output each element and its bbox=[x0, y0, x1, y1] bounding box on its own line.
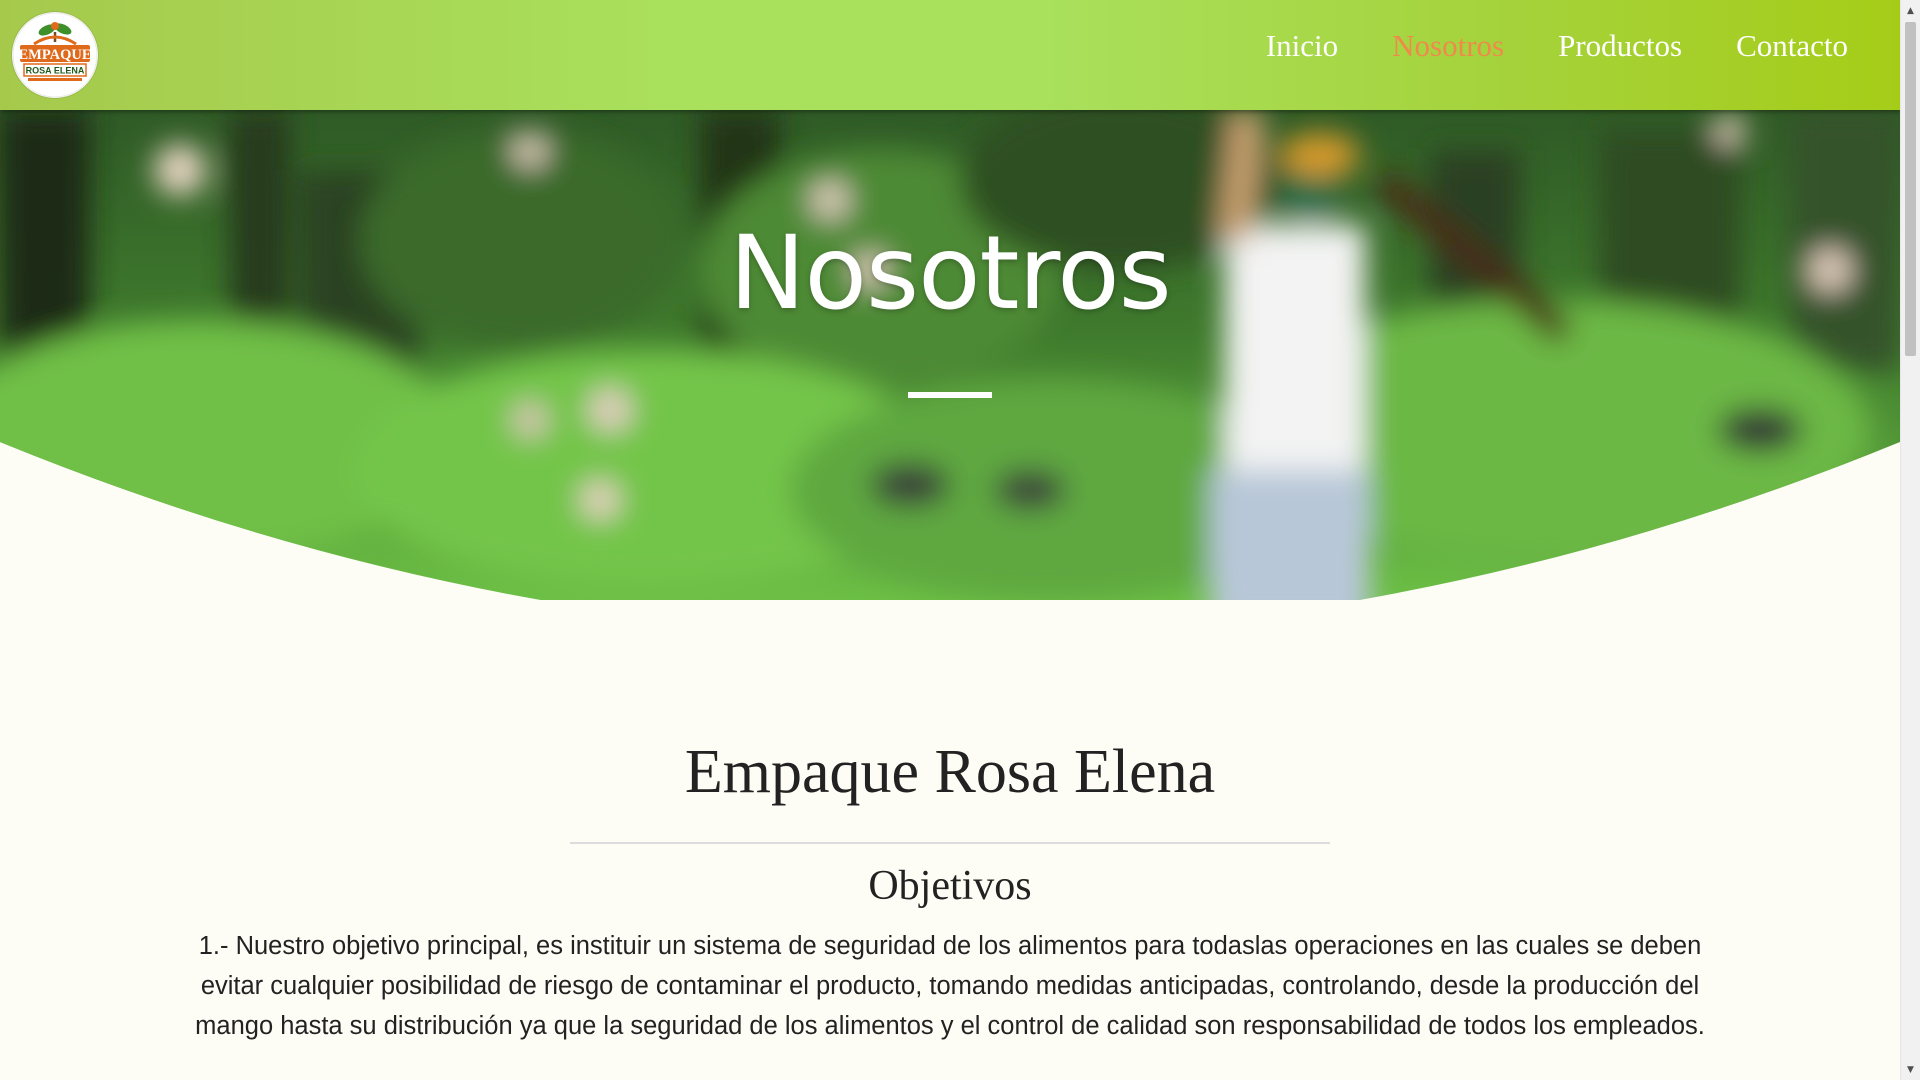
scroll-up-arrow-icon[interactable]: ▲ bbox=[1901, 2, 1920, 19]
scroll-thumb[interactable] bbox=[1905, 22, 1916, 356]
main-nav: Inicio Nosotros Productos Contacto bbox=[1266, 0, 1848, 92]
brand-logo-image: EMPAQUE ROSA ELENA bbox=[12, 12, 98, 98]
nav-link-inicio[interactable]: Inicio bbox=[1266, 28, 1338, 64]
logo-line1: EMPAQUE bbox=[18, 47, 91, 63]
hero-title-underline bbox=[908, 392, 992, 398]
brand-logo[interactable]: EMPAQUE ROSA ELENA bbox=[12, 12, 98, 98]
objectives-paragraph: 1.- Nuestro objetivo principal, es insti… bbox=[195, 932, 1705, 1040]
nav-link-productos[interactable]: Productos bbox=[1558, 28, 1682, 64]
hero-banner: Nosotros bbox=[0, 110, 1900, 600]
page: EMPAQUE ROSA ELENA Inicio Nosotros Produ… bbox=[0, 0, 1900, 1080]
objectives-heading: Objetivos bbox=[868, 863, 1032, 909]
top-navbar: EMPAQUE ROSA ELENA Inicio Nosotros Produ… bbox=[0, 0, 1900, 110]
browser-viewport: EMPAQUE ROSA ELENA Inicio Nosotros Produ… bbox=[0, 0, 1920, 1080]
logo-line2: ROSA ELENA bbox=[26, 66, 85, 76]
section-title: Empaque Rosa Elena bbox=[684, 738, 1216, 806]
nav-link-nosotros[interactable]: Nosotros bbox=[1392, 28, 1504, 64]
scroll-down-arrow-icon[interactable]: ▼ bbox=[1901, 1061, 1920, 1078]
section-divider bbox=[570, 842, 1330, 844]
nav-link-contacto[interactable]: Contacto bbox=[1736, 28, 1848, 64]
hero-background-photo bbox=[0, 110, 1900, 600]
vertical-scrollbar[interactable]: ▲ ▼ bbox=[1900, 0, 1920, 1080]
hero-title: Nosotros bbox=[729, 214, 1172, 333]
